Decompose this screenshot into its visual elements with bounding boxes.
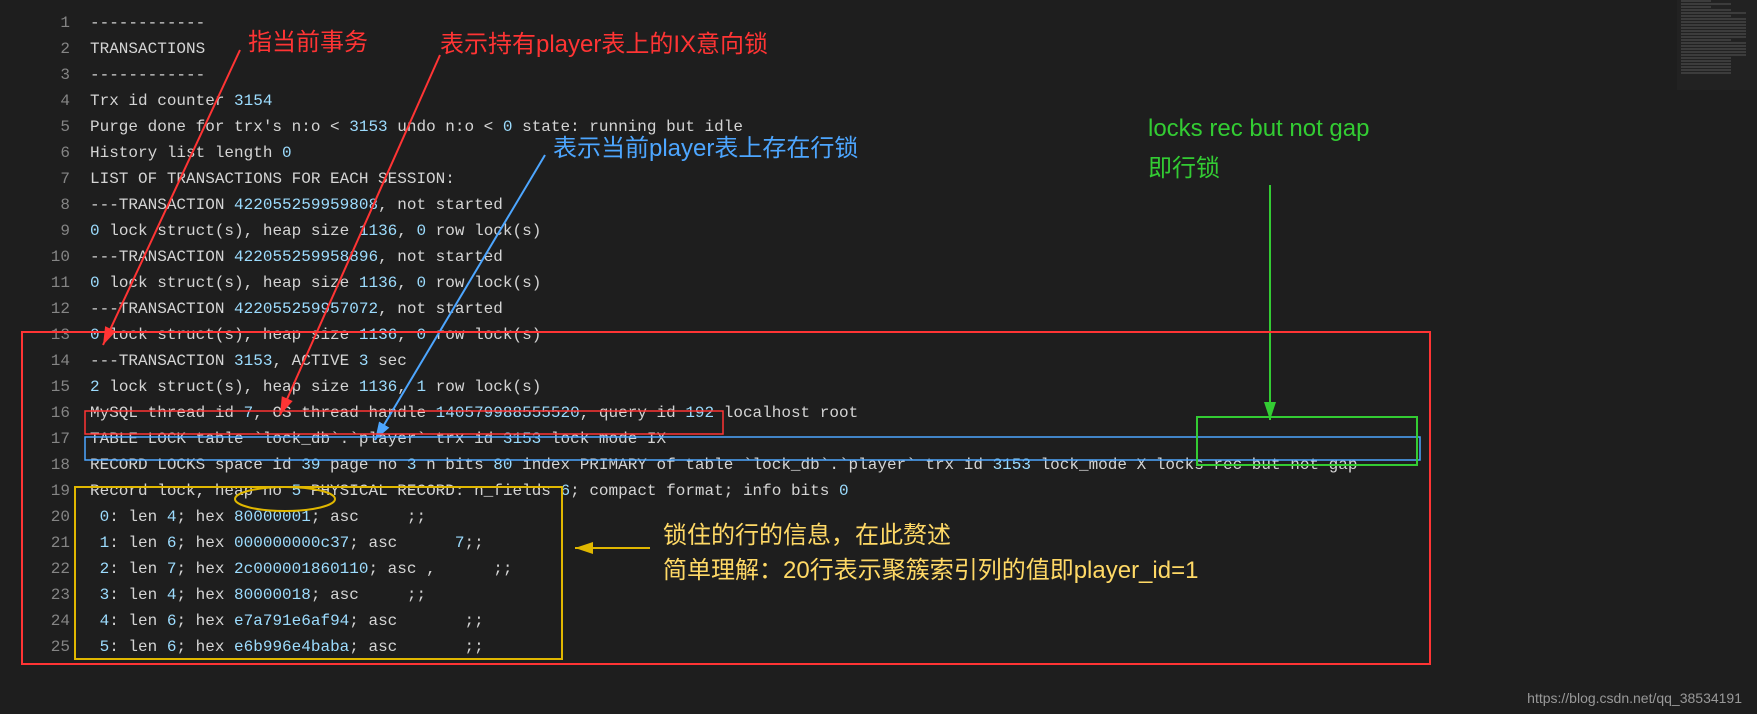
code-content: 0 lock struct(s), heap size 1136, 0 row … [90,270,1757,296]
line-number: 12 [0,296,90,322]
code-line[interactable]: 1------------ [0,10,1757,36]
code-line[interactable]: 21 1: len 6; hex 000000000c37; asc 7;; [0,530,1757,556]
code-line[interactable]: 24 4: len 6; hex e7a791e6af94; asc ;; [0,608,1757,634]
line-number: 11 [0,270,90,296]
line-number: 21 [0,530,90,556]
code-content: Record lock, heap no 5 PHYSICAL RECORD: … [90,478,1757,504]
line-number: 9 [0,218,90,244]
code-line[interactable]: 18RECORD LOCKS space id 39 page no 3 n b… [0,452,1757,478]
code-line[interactable]: 16MySQL thread id 7, OS thread handle 14… [0,400,1757,426]
line-number: 5 [0,114,90,140]
line-number: 17 [0,426,90,452]
code-line[interactable]: 130 lock struct(s), heap size 1136, 0 ro… [0,322,1757,348]
line-number: 7 [0,166,90,192]
code-line[interactable]: 17TABLE LOCK table `lock_db`.`player` tr… [0,426,1757,452]
line-number: 1 [0,10,90,36]
line-number: 24 [0,608,90,634]
code-content: ---TRANSACTION 422055259957072, not star… [90,296,1757,322]
code-content: 2 lock struct(s), heap size 1136, 1 row … [90,374,1757,400]
code-line[interactable]: 23 3: len 4; hex 80000018; asc ;; [0,582,1757,608]
line-number: 19 [0,478,90,504]
code-content: RECORD LOCKS space id 39 page no 3 n bit… [90,452,1757,478]
code-line[interactable]: 6History list length 0 [0,140,1757,166]
code-line[interactable]: 2TRANSACTIONS [0,36,1757,62]
code-content: Purge done for trx's n:o < 3153 undo n:o… [90,114,1757,140]
code-content: TABLE LOCK table `lock_db`.`player` trx … [90,426,1757,452]
code-line[interactable]: 14---TRANSACTION 3153, ACTIVE 3 sec [0,348,1757,374]
code-content: ---TRANSACTION 3153, ACTIVE 3 sec [90,348,1757,374]
line-number: 13 [0,322,90,348]
line-number: 20 [0,504,90,530]
code-content: 4: len 6; hex e7a791e6af94; asc ;; [90,608,1757,634]
line-number: 22 [0,556,90,582]
code-content: 0 lock struct(s), heap size 1136, 0 row … [90,218,1757,244]
line-number: 6 [0,140,90,166]
code-line[interactable]: 4Trx id counter 3154 [0,88,1757,114]
line-number: 10 [0,244,90,270]
line-number: 25 [0,634,90,660]
code-line[interactable]: 7LIST OF TRANSACTIONS FOR EACH SESSION: [0,166,1757,192]
code-line[interactable]: 110 lock struct(s), heap size 1136, 0 ro… [0,270,1757,296]
code-content: LIST OF TRANSACTIONS FOR EACH SESSION: [90,166,1757,192]
code-line[interactable]: 3------------ [0,62,1757,88]
line-number: 18 [0,452,90,478]
code-content: 2: len 7; hex 2c000001860110; asc , ;; [90,556,1757,582]
code-content: ---TRANSACTION 422055259959808, not star… [90,192,1757,218]
code-line[interactable]: 22 2: len 7; hex 2c000001860110; asc , ;… [0,556,1757,582]
line-number: 23 [0,582,90,608]
minimap[interactable] [1677,0,1757,90]
code-line[interactable]: 152 lock struct(s), heap size 1136, 1 ro… [0,374,1757,400]
code-content: MySQL thread id 7, OS thread handle 1405… [90,400,1757,426]
code-content: 0 lock struct(s), heap size 1136, 0 row … [90,322,1757,348]
code-content: 3: len 4; hex 80000018; asc ;; [90,582,1757,608]
code-content: 0: len 4; hex 80000001; asc ;; [90,504,1757,530]
code-content: ------------ [90,10,1757,36]
watermark: https://blog.csdn.net/qq_38534191 [1527,690,1742,706]
code-content: ------------ [90,62,1757,88]
line-number: 16 [0,400,90,426]
code-line[interactable]: 8---TRANSACTION 422055259959808, not sta… [0,192,1757,218]
code-content: Trx id counter 3154 [90,88,1757,114]
code-content: History list length 0 [90,140,1757,166]
line-number: 2 [0,36,90,62]
code-line[interactable]: 5Purge done for trx's n:o < 3153 undo n:… [0,114,1757,140]
code-line[interactable]: 10---TRANSACTION 422055259958896, not st… [0,244,1757,270]
code-content: 1: len 6; hex 000000000c37; asc 7;; [90,530,1757,556]
code-line[interactable]: 20 0: len 4; hex 80000001; asc ;; [0,504,1757,530]
code-line[interactable]: 25 5: len 6; hex e6b996e4baba; asc ;; [0,634,1757,660]
line-number: 8 [0,192,90,218]
line-number: 4 [0,88,90,114]
code-line[interactable]: 19Record lock, heap no 5 PHYSICAL RECORD… [0,478,1757,504]
line-number: 3 [0,62,90,88]
code-line[interactable]: 12---TRANSACTION 422055259957072, not st… [0,296,1757,322]
code-content: 5: len 6; hex e6b996e4baba; asc ;; [90,634,1757,660]
line-number: 14 [0,348,90,374]
code-line[interactable]: 90 lock struct(s), heap size 1136, 0 row… [0,218,1757,244]
code-content: ---TRANSACTION 422055259958896, not star… [90,244,1757,270]
line-number: 15 [0,374,90,400]
code-content: TRANSACTIONS [90,36,1757,62]
code-editor: 1------------2TRANSACTIONS3------------4… [0,0,1757,660]
